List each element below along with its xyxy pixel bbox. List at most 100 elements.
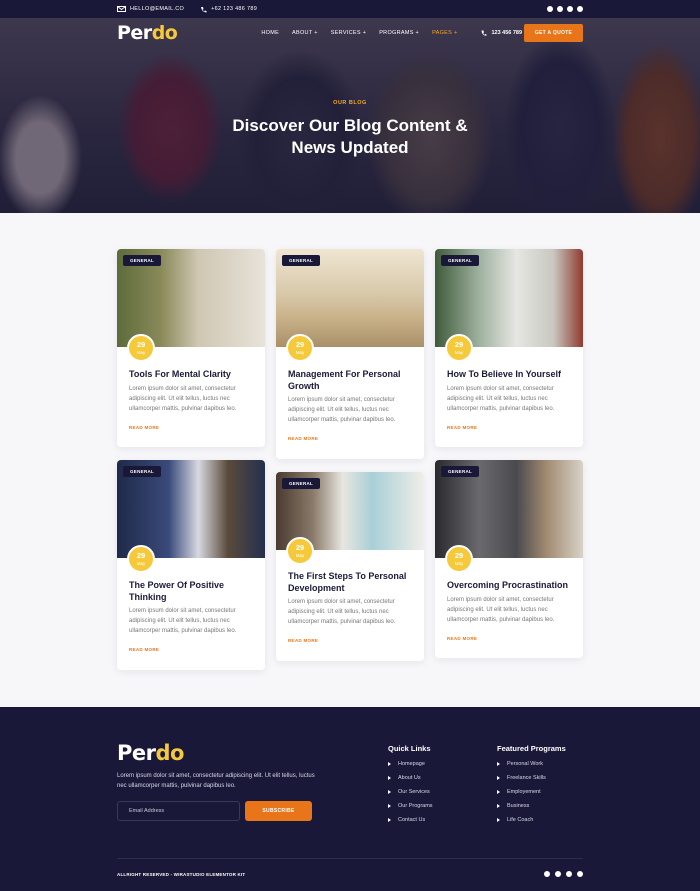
logo[interactable]: Perdo bbox=[117, 22, 178, 44]
top-phone[interactable]: +62 123 486 789 bbox=[200, 6, 257, 13]
read-more-link[interactable]: READ MORE bbox=[447, 636, 571, 641]
caret-right-icon bbox=[497, 776, 500, 780]
footer-logo[interactable]: Perdo bbox=[117, 741, 184, 765]
twitter-icon[interactable] bbox=[555, 871, 561, 877]
nav-menu: HOME ABOUT + SERVICES + PROGRAMS + PAGES… bbox=[261, 30, 457, 36]
footer: Perdo Lorem ipsum dolor sit amet, consec… bbox=[0, 707, 700, 891]
date-day: 29 bbox=[454, 551, 464, 560]
blog-card[interactable]: GENERAL 29 May The First Steps To Persona… bbox=[276, 472, 424, 661]
pinterest-icon[interactable] bbox=[577, 6, 583, 12]
blog-card-image[interactable]: GENERAL bbox=[117, 460, 265, 558]
nav-programs[interactable]: PROGRAMS + bbox=[379, 30, 419, 36]
nav-services-label: SERVICES bbox=[330, 30, 361, 36]
blog-card-image[interactable]: GENERAL bbox=[435, 460, 583, 558]
pinterest-icon[interactable] bbox=[577, 871, 583, 877]
category-tag[interactable]: GENERAL bbox=[123, 255, 162, 266]
blog-card-excerpt: Lorem ipsum dolor sit amet, consectetur … bbox=[288, 599, 396, 625]
caret-right-icon bbox=[497, 790, 500, 794]
blog-card[interactable]: GENERAL 29 May The Power Of Positive Thin… bbox=[117, 460, 265, 670]
facebook-icon[interactable] bbox=[544, 871, 550, 877]
top-social bbox=[547, 6, 583, 12]
nav-phone[interactable]: 123 456 789 bbox=[481, 30, 522, 36]
blog-card-image[interactable]: GENERAL bbox=[276, 249, 424, 347]
nav-about-label: ABOUT bbox=[292, 30, 313, 36]
footer-link[interactable]: Homepage bbox=[388, 761, 433, 767]
date-badge: 29 May bbox=[286, 334, 314, 362]
blog-card-image[interactable]: GENERAL bbox=[117, 249, 265, 347]
footer-link-label: Business bbox=[507, 803, 530, 809]
footer-link[interactable]: About Us bbox=[388, 775, 433, 781]
read-more-link[interactable]: READ MORE bbox=[129, 647, 253, 652]
date-month: May bbox=[295, 350, 305, 355]
footer-link[interactable]: Employement bbox=[497, 789, 566, 795]
nav-about[interactable]: ABOUT + bbox=[292, 30, 318, 36]
nav-pages[interactable]: PAGES + bbox=[432, 30, 457, 36]
nav-programs-label: PROGRAMS bbox=[379, 30, 414, 36]
featured-programs-title: Featured Programs bbox=[497, 744, 566, 753]
blog-card[interactable]: GENERAL 29 May How To Believe In Yourself… bbox=[435, 249, 583, 447]
get-quote-button[interactable]: GET A QUOTE bbox=[524, 24, 583, 42]
footer-description: Lorem ipsum dolor sit amet, consectetur … bbox=[117, 773, 315, 789]
blog-card[interactable]: GENERAL 29 May Overcoming Procrastination… bbox=[435, 460, 583, 658]
blog-card-title[interactable]: Tools For Mental Clarity bbox=[129, 369, 253, 381]
plus-icon: + bbox=[415, 30, 420, 36]
email-field[interactable]: Email Address bbox=[117, 801, 240, 821]
caret-right-icon bbox=[497, 762, 500, 766]
blog-card[interactable]: GENERAL 29 May Management For Personal Gr… bbox=[276, 249, 424, 459]
nav-pages-label: PAGES bbox=[432, 30, 453, 36]
blog-card-image[interactable]: GENERAL bbox=[435, 249, 583, 347]
footer-link[interactable]: Personal Work bbox=[497, 761, 566, 767]
top-email[interactable]: HELLO@EMAIL.CO bbox=[117, 6, 184, 12]
footer-link-label: Freelance Skills bbox=[507, 775, 546, 781]
quick-links: Quick Links Homepage About Us Our Servic… bbox=[388, 744, 433, 831]
read-more-link[interactable]: READ MORE bbox=[288, 436, 412, 441]
blog-card-title[interactable]: The Power Of Positive Thinking bbox=[129, 580, 253, 603]
footer-link[interactable]: Business bbox=[497, 803, 566, 809]
blog-card-excerpt: Lorem ipsum dolor sit amet, consectetur … bbox=[129, 385, 237, 412]
footer-link-label: Our Services bbox=[398, 789, 430, 795]
footer-link[interactable]: Life Coach bbox=[497, 817, 566, 823]
read-more-link[interactable]: READ MORE bbox=[288, 638, 412, 643]
phone-icon bbox=[481, 30, 487, 36]
read-more-link[interactable]: READ MORE bbox=[129, 425, 253, 430]
youtube-icon[interactable] bbox=[567, 6, 573, 12]
footer-link[interactable]: Contact Us bbox=[388, 817, 433, 823]
footer-link[interactable]: Freelance Skills bbox=[497, 775, 566, 781]
date-badge: 29 May bbox=[286, 537, 314, 565]
caret-right-icon bbox=[497, 804, 500, 808]
hero-title-line1: Discover Our Blog Content & bbox=[232, 116, 468, 135]
nav-services[interactable]: SERVICES + bbox=[331, 30, 366, 36]
footer-link[interactable]: Our Services bbox=[388, 789, 433, 795]
blog-card-title[interactable]: Overcoming Procrastination bbox=[447, 580, 571, 592]
blog-card-excerpt: Lorem ipsum dolor sit amet, consectetur … bbox=[288, 397, 396, 423]
footer-link-label: Homepage bbox=[398, 761, 425, 767]
date-month: May bbox=[136, 561, 146, 566]
blog-card-title[interactable]: How To Believe In Yourself bbox=[447, 369, 571, 381]
footer-divider bbox=[117, 858, 583, 859]
category-tag[interactable]: GENERAL bbox=[282, 478, 321, 489]
category-tag[interactable]: GENERAL bbox=[282, 255, 321, 266]
date-day: 29 bbox=[454, 340, 464, 349]
featured-programs: Featured Programs Personal Work Freelanc… bbox=[497, 744, 566, 831]
top-bar: HELLO@EMAIL.CO +62 123 486 789 bbox=[0, 0, 700, 18]
footer-link[interactable]: Our Programs bbox=[388, 803, 433, 809]
main-nav: Perdo HOME ABOUT + SERVICES + PROGRAMS +… bbox=[0, 18, 700, 48]
blog-card[interactable]: GENERAL 29 May Tools For Mental Clarity L… bbox=[117, 249, 265, 447]
facebook-icon[interactable] bbox=[547, 6, 553, 12]
blog-card-title[interactable]: The First Steps To Personal Development bbox=[288, 571, 412, 594]
footer-social bbox=[544, 871, 583, 877]
nav-home[interactable]: HOME bbox=[261, 30, 279, 36]
subscribe-button[interactable]: SUBSCRIBE bbox=[245, 801, 312, 821]
date-badge: 29 May bbox=[445, 334, 473, 362]
date-month: May bbox=[295, 553, 305, 558]
youtube-icon[interactable] bbox=[566, 871, 572, 877]
footer-link-label: Life Coach bbox=[507, 817, 534, 823]
read-more-link[interactable]: READ MORE bbox=[447, 425, 571, 430]
category-tag[interactable]: GENERAL bbox=[441, 255, 480, 266]
twitter-icon[interactable] bbox=[557, 6, 563, 12]
blog-card-title[interactable]: Management For Personal Growth bbox=[288, 369, 412, 392]
category-tag[interactable]: GENERAL bbox=[123, 466, 162, 477]
top-email-text: HELLO@EMAIL.CO bbox=[130, 6, 185, 12]
category-tag[interactable]: GENERAL bbox=[441, 466, 480, 477]
caret-right-icon bbox=[388, 776, 391, 780]
